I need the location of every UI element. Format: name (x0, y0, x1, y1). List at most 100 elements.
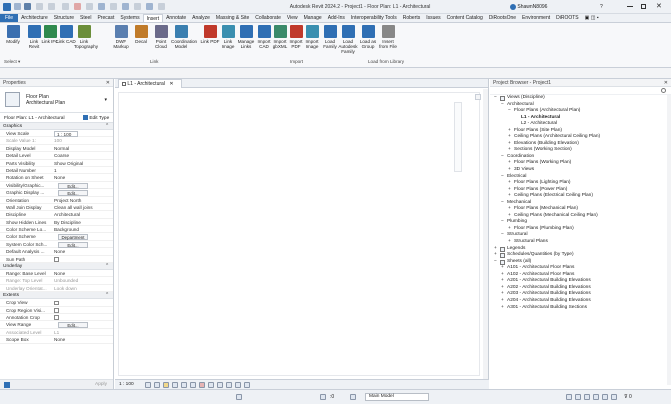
redo-icon[interactable] (48, 3, 55, 10)
3d-view-icon[interactable] (122, 3, 129, 10)
collapse-icon[interactable]: ⌃ (105, 263, 109, 270)
dimension-icon[interactable] (86, 3, 93, 10)
tab-analyze[interactable]: Analyze (189, 14, 213, 22)
type-dropdown-chevron-icon[interactable]: ▾ (104, 97, 107, 103)
property-value[interactable]: None (54, 248, 110, 255)
insert-from-file-button[interactable]: Insert from File (378, 25, 398, 49)
tab-file[interactable]: File (0, 14, 19, 22)
undo-icon[interactable] (36, 3, 43, 10)
worksharing-display-icon[interactable] (217, 382, 223, 388)
tab-precast[interactable]: Precast (94, 14, 117, 22)
select-pinned-icon[interactable] (584, 394, 590, 400)
user-account[interactable]: ShawnN8096 (510, 3, 580, 11)
tab-massing-site[interactable]: Massing & Site (213, 14, 252, 22)
help-icon[interactable]: ? (600, 4, 603, 10)
tab-add-ins[interactable]: Add-Ins (325, 14, 348, 22)
tab-diroots[interactable]: DiROOTS (553, 14, 582, 22)
link-pdf-button[interactable]: Link PDF (200, 25, 220, 44)
property-value[interactable]: Project North (54, 197, 110, 204)
expand-icon[interactable]: + (501, 305, 504, 312)
tab-dirootsone[interactable]: DiRootsOne (486, 14, 519, 22)
browser-search-icon[interactable] (661, 88, 666, 93)
load-family-button[interactable]: Load Family (320, 25, 340, 49)
view-tab-close-icon[interactable]: ✕ (169, 81, 173, 87)
import-image-button[interactable]: Import Image (302, 25, 322, 49)
editable-only-icon[interactable] (320, 394, 326, 400)
section-graphics[interactable]: Graphics ⌃ (0, 123, 113, 130)
link-cad-button[interactable]: Link CAD (56, 25, 76, 44)
shadows-icon[interactable] (172, 382, 178, 388)
properties-help-icon[interactable] (4, 382, 10, 388)
property-value[interactable]: None (54, 336, 110, 343)
tag-icon[interactable] (98, 3, 105, 10)
show-crop-icon[interactable] (190, 382, 196, 388)
property-edit-button[interactable]: Edit... (58, 190, 88, 197)
modify-button[interactable]: Modify (3, 25, 23, 44)
browser-tree-item[interactable]: + A301 - Architectural Building Sections (490, 305, 671, 312)
temporary-hide-icon[interactable] (199, 382, 205, 388)
collapse-icon[interactable]: ⌃ (105, 123, 109, 130)
browser-scrollbar[interactable] (667, 95, 671, 385)
select-underlay-icon[interactable] (575, 394, 581, 400)
tab-architecture[interactable]: Architecture (18, 14, 51, 22)
section-underlay[interactable]: Underlay ⌃ (0, 263, 113, 271)
collapse-icon[interactable]: ⌃ (105, 292, 109, 299)
property-value[interactable]: Coarse (54, 152, 110, 159)
tab-interoperability-tools[interactable]: Interoperability Tools (348, 14, 400, 22)
tab-collaborate[interactable]: Collaborate (252, 14, 284, 22)
tab-structure[interactable]: Structure (51, 14, 77, 22)
minimize-icon[interactable] (627, 6, 633, 7)
tab-steel[interactable]: Steel (77, 14, 94, 22)
select-links-icon[interactable] (566, 394, 572, 400)
section-icon[interactable] (134, 3, 141, 10)
load-autodesk-family-button[interactable]: Load Autodesk Family (338, 25, 358, 54)
tab--[interactable]: ▣ ◫ ▪ (582, 14, 602, 22)
property-value[interactable]: Architectural (54, 211, 110, 218)
property-value[interactable]: None (54, 270, 110, 277)
revit-logo-icon[interactable] (3, 3, 11, 11)
property-value[interactable]: 1 (54, 167, 110, 174)
property-checkbox[interactable] (54, 257, 59, 262)
maximize-icon[interactable] (641, 4, 646, 9)
close-browser-icon[interactable]: ✕ (664, 79, 668, 87)
measure-icon[interactable] (74, 3, 81, 10)
switch-windows-icon[interactable] (158, 3, 165, 10)
view-tab[interactable]: L1 - Architectural ✕ (118, 79, 182, 88)
save-icon[interactable] (24, 3, 31, 10)
property-checkbox[interactable] (54, 308, 59, 313)
sun-path-icon[interactable] (163, 382, 169, 388)
tab-issues[interactable]: Issues (423, 14, 443, 22)
edit-type-button[interactable]: Edit Type (83, 115, 109, 121)
load-as-group-button[interactable]: Load as Group (358, 25, 378, 49)
link-topography-button[interactable]: Link Topography (74, 25, 98, 49)
tab-view[interactable]: View (284, 14, 301, 22)
point-cloud-button[interactable]: Point Cloud (151, 25, 171, 49)
property-value[interactable]: Show Original (54, 160, 110, 167)
close-hidden-icon[interactable] (146, 3, 153, 10)
tab-systems[interactable]: Systems (117, 14, 142, 22)
property-value[interactable]: Clean all wall joins (54, 204, 110, 211)
view-cube-placeholder-icon[interactable] (475, 94, 481, 100)
open-icon[interactable] (14, 3, 21, 10)
tab-annotate[interactable]: Annotate (163, 14, 189, 22)
text-icon[interactable] (110, 3, 117, 10)
main-model-dropdown[interactable]: Main Model (365, 393, 429, 401)
manage-links-button[interactable]: Manage Links (236, 25, 256, 49)
instance-selector[interactable]: Floor Plan: L1 - Architectural (4, 116, 65, 121)
filter-count[interactable]: ⊽ 0 (624, 394, 632, 400)
apply-button[interactable]: Apply (95, 382, 107, 387)
detail-level-icon[interactable] (145, 382, 151, 388)
analytical-model-icon[interactable] (226, 382, 232, 388)
tab-roberts[interactable]: Roberts (400, 14, 424, 22)
property-edit-button[interactable]: Edit... (58, 322, 88, 329)
property-value[interactable]: 1 : 100 (54, 131, 78, 137)
tab-manage[interactable]: Manage (301, 14, 325, 22)
decal-button[interactable]: Decal (131, 25, 151, 44)
tab-environment[interactable]: Environment (519, 14, 553, 22)
property-edit-button[interactable]: Department (58, 234, 88, 241)
view-scroll-right[interactable] (483, 89, 488, 379)
property-value[interactable]: Normal (54, 145, 110, 152)
close-icon[interactable]: ✕ (656, 2, 662, 10)
link-image-button[interactable]: Link Image (218, 25, 238, 49)
design-options-icon[interactable] (350, 394, 356, 400)
